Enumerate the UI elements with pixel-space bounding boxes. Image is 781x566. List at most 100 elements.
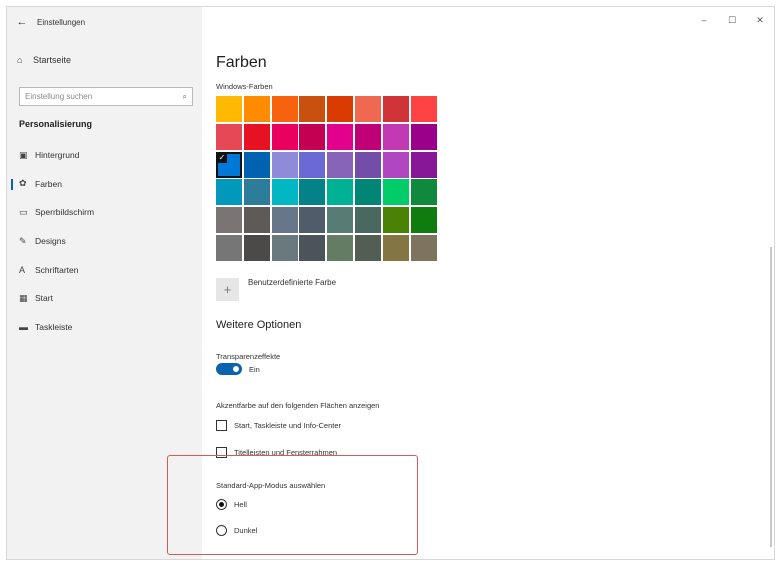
color-swatch[interactable]: [382, 207, 409, 234]
transparency-toggle[interactable]: Ein: [216, 363, 260, 375]
scrollbar[interactable]: [770, 247, 772, 547]
color-swatch[interactable]: [271, 207, 298, 234]
custom-color-label: Benutzerdefinierte Farbe: [248, 278, 337, 287]
search-icon[interactable]: ⌕: [183, 92, 187, 102]
window-controls: – ☐ ✕: [690, 7, 774, 37]
color-swatch[interactable]: [243, 96, 270, 122]
sidebar-item-label: Sperrbildschirm: [35, 207, 95, 218]
maximize-icon[interactable]: ☐: [718, 7, 746, 37]
color-swatch[interactable]: [271, 96, 298, 122]
color-swatch[interactable]: [410, 234, 437, 261]
color-swatch[interactable]: [354, 234, 381, 261]
sidebar-item-schriftarten[interactable]: A Schriftarten: [7, 255, 202, 284]
color-swatch[interactable]: [327, 234, 354, 261]
color-swatch[interactable]: [299, 179, 326, 206]
color-swatch[interactable]: [382, 96, 409, 122]
color-swatch[interactable]: [299, 151, 326, 178]
section-title: Personalisierung: [19, 119, 93, 129]
color-swatch[interactable]: [354, 179, 381, 206]
color-swatch[interactable]: [410, 179, 437, 206]
search-input[interactable]: [25, 92, 165, 101]
accent-surfaces-label: Akzentfarbe auf den folgenden Flächen an…: [216, 401, 380, 410]
sidebar-item-label: Schriftarten: [35, 264, 79, 275]
plus-icon: +: [216, 278, 239, 301]
highlight-box: [167, 455, 418, 555]
start-icon: ▦: [19, 292, 28, 303]
color-swatch[interactable]: [382, 151, 409, 178]
brush-icon: ✎: [19, 235, 27, 246]
app-title: Einstellungen: [37, 17, 86, 27]
sidebar-nav: ▣ Hintergrund ✿ Farben ▭ Sperrbildschirm…: [7, 141, 202, 341]
palette-icon: ✿: [19, 178, 27, 189]
color-swatch[interactable]: [327, 207, 354, 234]
toggle-state: Ein: [249, 364, 260, 374]
checkbox-label: Start, Taskleiste und Info-Center: [234, 421, 341, 430]
image-icon: ▣: [19, 149, 28, 160]
color-swatch[interactable]: [382, 179, 409, 206]
color-swatch[interactable]: [216, 123, 242, 150]
color-swatch[interactable]: [299, 234, 326, 261]
color-swatch[interactable]: [410, 207, 437, 234]
titlebar: ← Einstellungen: [7, 7, 202, 37]
checkbox[interactable]: [216, 420, 227, 431]
color-swatch-grid: ✓: [216, 96, 437, 261]
color-swatch[interactable]: [243, 179, 270, 206]
color-swatch[interactable]: [354, 207, 381, 234]
color-swatch[interactable]: [354, 151, 381, 178]
color-swatch[interactable]: [327, 179, 354, 206]
page-title: Farben: [216, 54, 267, 71]
checkbox-start-taskbar[interactable]: Start, Taskleiste und Info-Center: [216, 420, 341, 431]
color-swatch[interactable]: [299, 207, 326, 234]
color-swatch[interactable]: [243, 207, 270, 234]
font-icon: A: [19, 264, 26, 275]
color-swatch[interactable]: [216, 207, 242, 234]
more-options-title: Weitere Optionen: [216, 319, 302, 331]
sidebar-item-label: Designs: [35, 236, 66, 247]
color-swatch[interactable]: [271, 151, 298, 178]
sidebar-item-farben[interactable]: ✿ Farben: [7, 170, 202, 199]
color-swatch[interactable]: [271, 234, 298, 261]
checkmark-icon: ✓: [217, 152, 227, 163]
color-swatch[interactable]: [410, 151, 437, 178]
windows-colors-label: Windows-Farben: [216, 82, 273, 91]
color-swatch[interactable]: [243, 151, 270, 178]
color-swatch[interactable]: [271, 179, 298, 206]
color-swatch[interactable]: [354, 123, 381, 150]
sidebar-item-start[interactable]: ▦ Start: [7, 284, 202, 313]
color-swatch[interactable]: [327, 96, 354, 122]
back-arrow-icon[interactable]: ←: [7, 16, 37, 28]
color-swatch[interactable]: [299, 96, 326, 122]
toggle-switch[interactable]: [216, 363, 242, 375]
sidebar-item-home[interactable]: ⌂ Startseite: [17, 55, 71, 65]
minimize-icon[interactable]: –: [690, 7, 718, 37]
sidebar-item-label: Hintergrund: [35, 150, 80, 161]
sidebar-item-label: Taskleiste: [35, 321, 73, 332]
sidebar-item-designs[interactable]: ✎ Designs: [7, 227, 202, 256]
home-icon: ⌂: [17, 55, 23, 65]
sidebar-item-label: Start: [35, 293, 53, 304]
close-icon[interactable]: ✕: [746, 7, 774, 37]
color-swatch[interactable]: [216, 179, 242, 206]
color-swatch[interactable]: [299, 123, 326, 150]
color-swatch[interactable]: [410, 96, 437, 122]
sidebar-item-sperrbildschirm[interactable]: ▭ Sperrbildschirm: [7, 198, 202, 227]
sidebar-item-taskleiste[interactable]: ▬ Taskleiste: [7, 313, 202, 342]
color-swatch[interactable]: [243, 234, 270, 261]
color-swatch[interactable]: [327, 151, 354, 178]
color-swatch[interactable]: [354, 96, 381, 122]
color-swatch[interactable]: [216, 96, 242, 122]
custom-color-button[interactable]: + Benutzerdefinierte Farbe: [216, 278, 336, 301]
color-swatch[interactable]: ✓: [216, 151, 242, 178]
color-swatch[interactable]: [382, 123, 409, 150]
search-box[interactable]: ⌕: [19, 87, 193, 106]
taskbar-icon: ▬: [19, 321, 28, 332]
color-swatch[interactable]: [410, 123, 437, 150]
lockscreen-icon: ▭: [19, 206, 28, 217]
color-swatch[interactable]: [243, 123, 270, 150]
color-swatch[interactable]: [271, 123, 298, 150]
color-swatch[interactable]: [216, 234, 242, 261]
color-swatch[interactable]: [327, 123, 354, 150]
sidebar-item-hintergrund[interactable]: ▣ Hintergrund: [7, 141, 202, 170]
color-swatch[interactable]: [382, 234, 409, 261]
transparency-label: Transparenzeffekte: [216, 352, 281, 361]
